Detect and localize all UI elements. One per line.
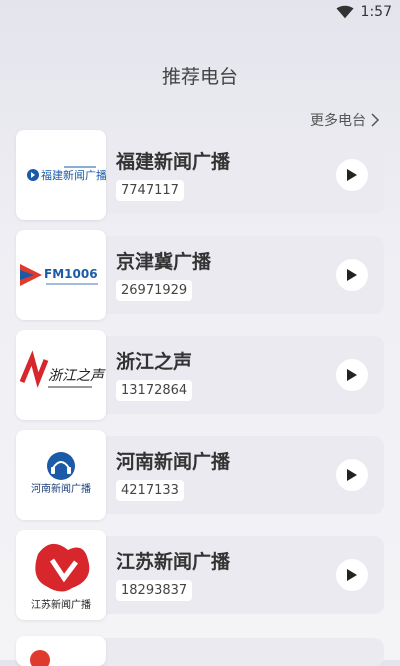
station-card-partial[interactable] <box>16 636 384 666</box>
svg-text:福建新闻广播: 福建新闻广播 <box>41 168 106 182</box>
station-card[interactable]: 浙江之声 浙江之声 13172864 <box>16 330 384 420</box>
more-stations-link[interactable]: 更多电台 <box>310 110 380 130</box>
play-button[interactable] <box>336 159 368 191</box>
wifi-icon <box>336 5 354 19</box>
station-card[interactable]: 河南新闻广播 河南新闻广播 4217133 <box>16 430 384 520</box>
station-name: 河南新闻广播 <box>116 451 231 473</box>
station-logo: FM1006 <box>16 230 106 320</box>
play-button[interactable] <box>336 559 368 591</box>
station-name: 京津冀广播 <box>116 251 212 273</box>
station-name: 江苏新闻广播 <box>116 551 231 573</box>
play-icon <box>347 269 357 281</box>
more-stations-label: 更多电台 <box>310 113 366 129</box>
status-bar: 1:57 <box>0 0 400 26</box>
station-logo: 浙江之声 <box>16 330 106 420</box>
card-background <box>96 638 384 666</box>
play-button[interactable] <box>336 259 368 291</box>
station-card[interactable]: 福建新闻广播 福建新闻广播 7747117 <box>16 130 384 220</box>
play-icon <box>347 369 357 381</box>
svg-text:江苏新闻广播: 江苏新闻广播 <box>31 598 91 611</box>
station-logo: 福建新闻广播 <box>16 130 106 220</box>
play-button[interactable] <box>336 359 368 391</box>
svg-text:浙江之声: 浙江之声 <box>48 368 106 384</box>
play-icon <box>347 469 357 481</box>
chevron-right-icon <box>371 113 380 127</box>
play-icon <box>347 569 357 581</box>
play-button[interactable] <box>336 459 368 491</box>
listen-count: 18293837 <box>116 580 193 601</box>
station-list: 福建新闻广播 福建新闻广播 7747117 FM1006 京津冀广播 26971… <box>16 130 384 630</box>
station-card[interactable]: 江苏新闻广播 江苏新闻广播 18293837 <box>16 530 384 620</box>
station-logo: 河南新闻广播 <box>16 430 106 520</box>
station-name: 福建新闻广播 <box>116 151 231 173</box>
listen-count: 13172864 <box>116 380 193 401</box>
svg-text:河南新闻广播: 河南新闻广播 <box>31 482 91 495</box>
station-logo <box>16 636 106 666</box>
page-title: 推荐电台 <box>161 66 238 88</box>
svg-text:FM1006: FM1006 <box>44 267 98 281</box>
station-name: 浙江之声 <box>116 351 193 373</box>
listen-count: 4217133 <box>116 480 184 501</box>
station-card[interactable]: FM1006 京津冀广播 26971929 <box>16 230 384 320</box>
listen-count: 26971929 <box>116 280 193 301</box>
station-logo: 江苏新闻广播 <box>16 530 106 620</box>
play-icon <box>347 169 357 181</box>
status-time: 1:57 <box>360 4 392 20</box>
listen-count: 7747117 <box>116 180 184 201</box>
